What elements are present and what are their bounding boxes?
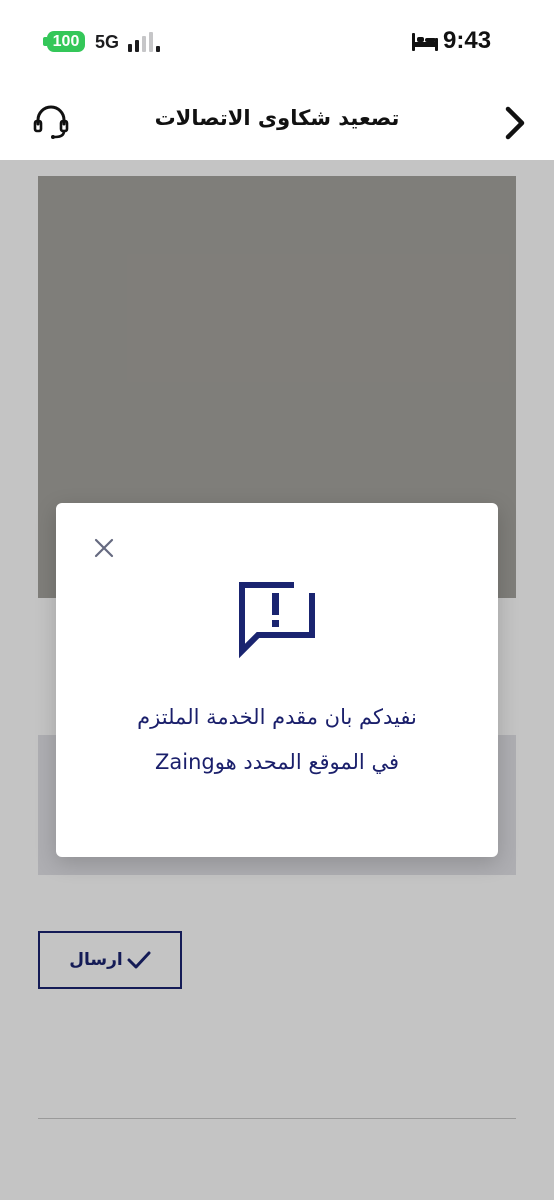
battery-indicator: 100: [47, 31, 85, 52]
signal-icon: [128, 32, 160, 52]
modal-message-line1: نفيدكم بان مقدم الخدمة الملتزم: [137, 705, 417, 729]
info-modal: نفيدكم بان مقدم الخدمة الملتزم في الموقع…: [56, 503, 498, 857]
status-time: 9:43: [443, 27, 492, 54]
modal-message: نفيدكم بان مقدم الخدمة الملتزم في الموقع…: [76, 695, 478, 785]
close-icon[interactable]: [92, 536, 116, 560]
headset-icon[interactable]: [33, 104, 69, 140]
alert-chat-icon: [239, 579, 318, 659]
chevron-right-icon[interactable]: [500, 104, 530, 142]
page-title: تصعيد شكاوى الاتصالات: [154, 106, 400, 130]
network-label: 5G: [95, 32, 120, 52]
modal-message-line2: في الموقع المحدد هوZaing: [155, 750, 399, 774]
app-header: تصعيد شكاوى الاتصالات: [0, 82, 554, 160]
sleep-mode-icon: [412, 33, 438, 51]
status-bar: 100 5G 9:43: [0, 0, 554, 82]
